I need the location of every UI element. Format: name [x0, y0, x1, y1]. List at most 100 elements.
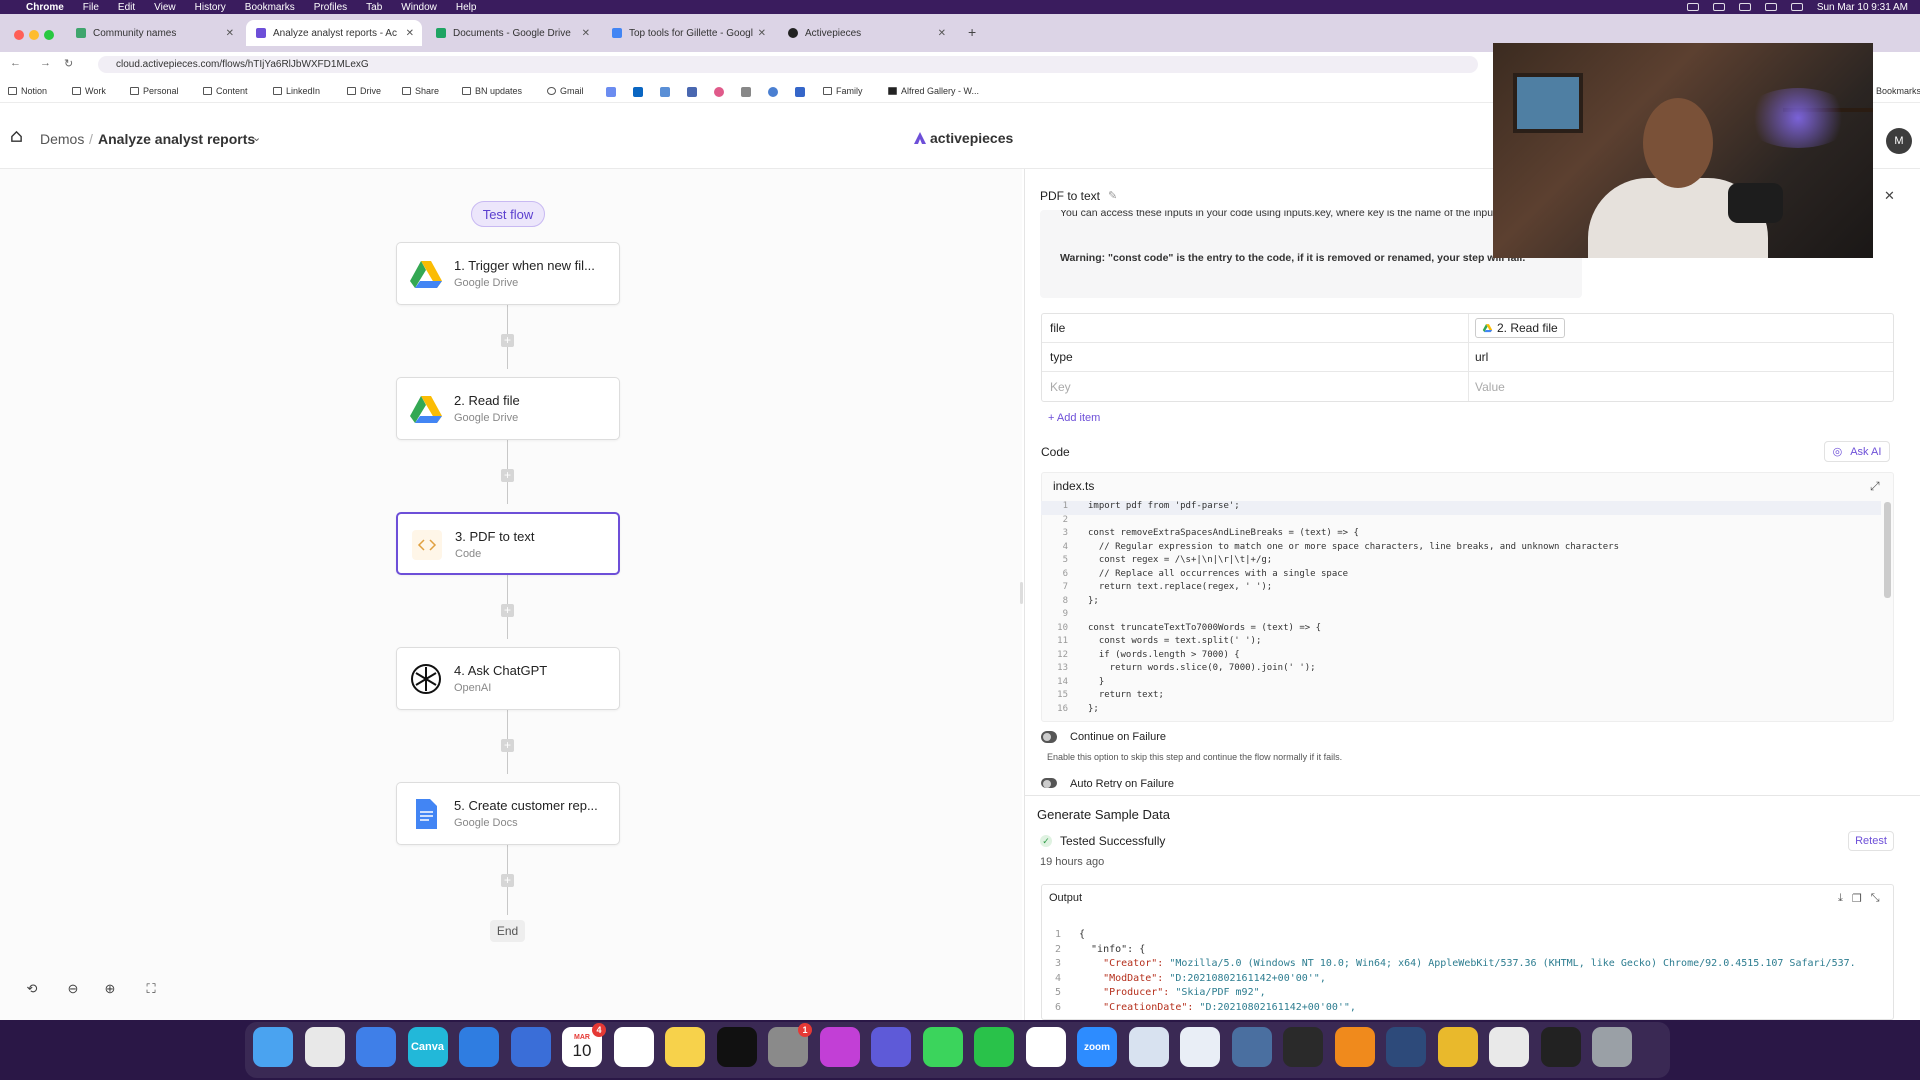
bookmark-folder[interactable]: Content	[203, 86, 248, 96]
code-line[interactable]: 4 // Regular expression to match one or …	[1041, 542, 1881, 556]
add-step-button[interactable]: +	[501, 334, 514, 347]
browser-tab[interactable]: Documents - Google Drive ✕	[426, 20, 598, 46]
tab-close-icon[interactable]: ✕	[758, 28, 766, 39]
obs-icon[interactable]	[1283, 1027, 1323, 1067]
cloud-bookmark-icon[interactable]	[606, 87, 616, 97]
panel-resize-handle[interactable]	[1020, 582, 1023, 604]
forward-arrow-icon[interactable]: →	[40, 57, 51, 69]
flow-step-ask-chatgpt[interactable]: 4. Ask ChatGPT OpenAI	[396, 647, 620, 710]
reset-view-icon[interactable]: ⟲	[19, 978, 45, 1000]
zoom-out-icon[interactable]: ⊖	[60, 978, 86, 1000]
add-step-button[interactable]: +	[501, 604, 514, 617]
battery-icon[interactable]	[1738, 3, 1751, 11]
code-line[interactable]: 10 const truncateTextTo7000Words = (text)…	[1041, 623, 1881, 637]
bookmark-app-icon[interactable]	[795, 87, 805, 97]
chevron-down-icon[interactable]: ⌄	[252, 131, 261, 144]
vlc-icon[interactable]	[1334, 1027, 1375, 1067]
add-item-button[interactable]: + Add item	[1048, 412, 1100, 424]
sun-icon[interactable]	[1437, 1027, 1478, 1067]
bookmark-folder[interactable]: Work	[72, 86, 106, 96]
slack-icon[interactable]	[1025, 1027, 1066, 1067]
copy-icon[interactable]: ❐	[1852, 892, 1862, 905]
expand-icon[interactable]: ⤢	[1870, 479, 1880, 494]
auto-retry-toggle[interactable]	[1041, 778, 1057, 788]
output-lines[interactable]: 1{2 "info": {3 "Creator": "Mozilla/5.0 (…	[1041, 929, 1891, 1016]
test-flow-button[interactable]: Test flow	[471, 201, 545, 227]
onedrive-icon[interactable]	[459, 1027, 499, 1067]
code-line[interactable]: 8};	[1041, 596, 1881, 610]
tab-close-icon[interactable]: ✕	[938, 28, 946, 39]
menu-file[interactable]: File	[83, 2, 99, 13]
feather-icon[interactable]	[741, 87, 751, 97]
finder-icon[interactable]	[253, 1027, 293, 1067]
url-input[interactable]: cloud.activepieces.com/flows/hTIjYa6RlJb…	[98, 56, 1478, 73]
avatar[interactable]: M	[1886, 128, 1912, 154]
code-line[interactable]: 9	[1041, 609, 1881, 623]
bookmark-folder[interactable]: Family	[823, 86, 863, 96]
bookmark-link[interactable]: Alfred Gallery - W...	[888, 86, 979, 96]
linkedin-icon[interactable]	[633, 87, 643, 97]
menu-bookmarks[interactable]: Bookmarks	[245, 2, 295, 13]
zoom-in-icon[interactable]: ⊕	[97, 978, 123, 1000]
back-arrow-icon[interactable]: ←	[10, 57, 21, 69]
key-input[interactable]: Key	[1042, 372, 1469, 401]
menu-view[interactable]: View	[154, 2, 176, 13]
browser-tab[interactable]: Top tools for Gillette - Googl ✕	[602, 20, 774, 46]
value-input[interactable]: Value	[1469, 372, 1893, 401]
input-key[interactable]: file	[1042, 314, 1469, 342]
code-line[interactable]: 7 return text.replace(regex, ' ');	[1041, 582, 1881, 596]
notes-icon[interactable]	[665, 1027, 705, 1067]
continue-on-failure-toggle[interactable]	[1041, 731, 1057, 743]
breadcrumb-folder[interactable]: Demos	[40, 131, 84, 147]
flow-step-trigger[interactable]: 1. Trigger when new fil... Google Drive	[396, 242, 620, 305]
browser-tab[interactable]: Activepieces ✕	[778, 20, 954, 46]
bookmark-folder[interactable]: Share	[402, 86, 439, 96]
close-icon[interactable]: ✕	[1884, 188, 1895, 204]
code-line[interactable]: 11 const words = text.split(' ');	[1041, 636, 1881, 650]
downloads-icon[interactable]	[1489, 1027, 1529, 1067]
file-tab[interactable]: index.ts	[1053, 479, 1094, 493]
code-lines[interactable]: 1 import pdf from 'pdf-parse'; 2 3 const rem…	[1041, 501, 1881, 717]
browser-tab-active[interactable]: Analyze analyst reports - Ac ✕	[246, 20, 422, 46]
input-value-cell[interactable]: 2. Read file	[1469, 314, 1893, 342]
photo-icon[interactable]	[1386, 1027, 1426, 1067]
fit-view-icon[interactable]: ⛶	[138, 978, 164, 1000]
linear-icon[interactable]	[871, 1027, 911, 1067]
bookmark-folder[interactable]: BN updates	[462, 86, 522, 96]
browser-tab[interactable]: Community names ✕	[66, 20, 242, 46]
add-step-button[interactable]: +	[501, 469, 514, 482]
bookmark-app-icon[interactable]	[660, 87, 670, 97]
code-line[interactable]: 16};	[1041, 704, 1881, 718]
all-bookmarks[interactable]: Bookmarks	[1876, 86, 1920, 96]
flow-step-read-file[interactable]: 2. Read file Google Drive	[396, 377, 620, 440]
window-close-button[interactable]	[14, 30, 24, 40]
zoom-icon[interactable]: zoom	[1077, 1027, 1117, 1067]
menu-bar-clock[interactable]: Sun Mar 10 9:31 AM	[1817, 2, 1908, 13]
flow-step-create-report[interactable]: 5. Create customer rep... Google Docs	[396, 782, 620, 845]
terminal-icon[interactable]	[1540, 1027, 1581, 1067]
settings-icon[interactable]: 1	[768, 1023, 812, 1067]
pencil-icon[interactable]: ✎	[1108, 189, 1117, 202]
trash-icon[interactable]	[1592, 1027, 1632, 1067]
tab-close-icon[interactable]: ✕	[406, 28, 414, 39]
bookmark-folder[interactable]: Personal	[130, 86, 179, 96]
new-tab-button[interactable]: +	[968, 24, 976, 40]
airmail-icon[interactable]	[1180, 1027, 1220, 1067]
tab-close-icon[interactable]: ✕	[226, 28, 234, 39]
canva-icon[interactable]: Canva	[407, 1027, 448, 1067]
code-line[interactable]: 5 const regex = /\s+|\n|\r|\t|+/g;	[1041, 555, 1881, 569]
tableplus-icon[interactable]	[1128, 1027, 1169, 1067]
input-key[interactable]: type	[1042, 343, 1469, 371]
wifi-icon[interactable]	[1764, 3, 1777, 11]
add-step-button[interactable]: +	[501, 739, 514, 752]
flow-step-pdf-to-text[interactable]: 3. PDF to text Code	[396, 512, 620, 575]
fullscreen-icon[interactable]: ⤡	[1871, 892, 1880, 905]
bookmark-folder[interactable]: LinkedIn	[273, 86, 320, 96]
code-line[interactable]: 6 // Replace all occurrences with a sing…	[1041, 569, 1881, 583]
messages-icon[interactable]	[922, 1027, 963, 1067]
preview-icon[interactable]	[1231, 1027, 1272, 1067]
chrome-icon[interactable]	[304, 1027, 345, 1067]
code-line[interactable]: 13 return words.slice(0, 7000).join(' ')…	[1041, 663, 1881, 677]
add-step-button[interactable]: +	[501, 874, 514, 887]
home-icon[interactable]	[10, 130, 23, 143]
